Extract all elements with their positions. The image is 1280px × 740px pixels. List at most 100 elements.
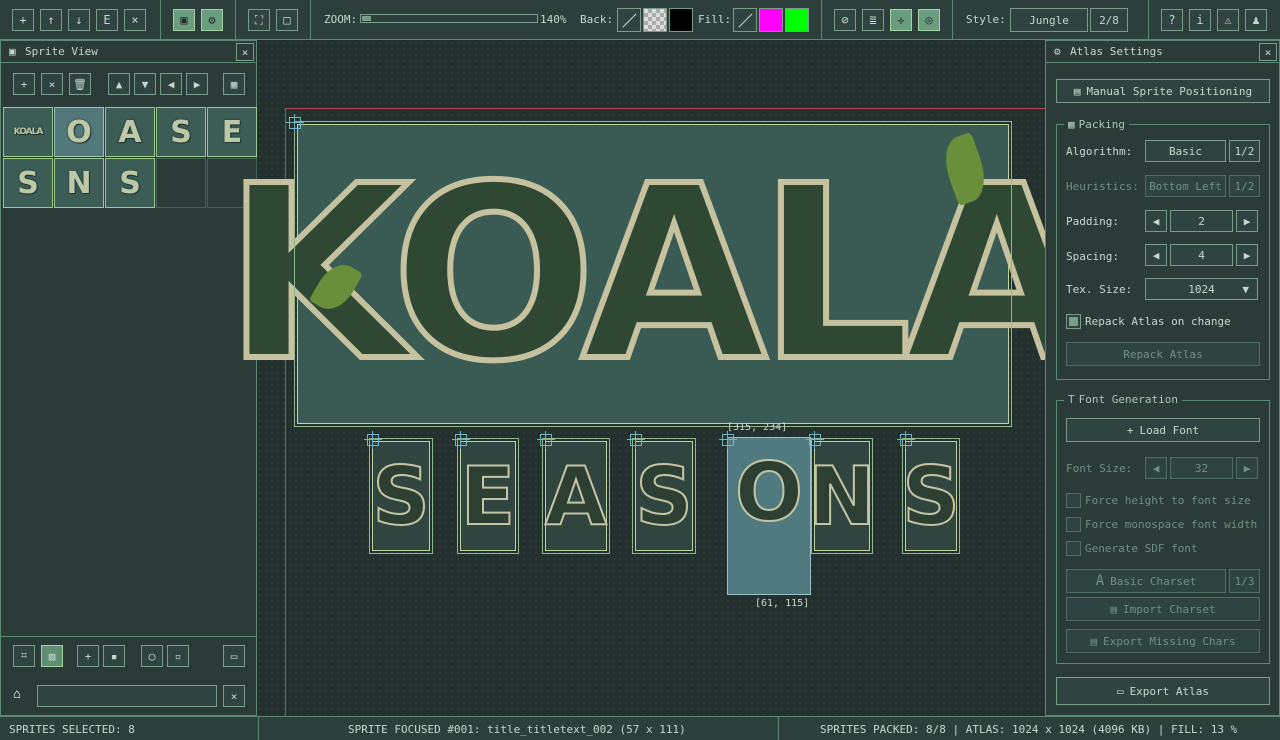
frame-icon[interactable]: ▪: [103, 645, 125, 667]
style-dropdown[interactable]: Jungle: [1010, 8, 1088, 32]
back-black-swatch[interactable]: [669, 8, 693, 32]
sprite-tile[interactable]: A: [105, 107, 155, 157]
atlas-settings-toggle-icon[interactable]: ⚙: [201, 9, 223, 31]
sprite-tile[interactable]: S: [3, 158, 53, 208]
sprite-tile-empty[interactable]: [156, 158, 206, 208]
clear-filter-icon[interactable]: ×: [223, 685, 245, 707]
force-height-label: Force height to font size: [1085, 494, 1251, 507]
basic-charset-button[interactable]: A Basic Charset: [1066, 569, 1226, 593]
heuristics-select[interactable]: Bottom Left: [1145, 175, 1226, 197]
move-right-icon[interactable]: ▶: [186, 73, 208, 95]
algorithm-select[interactable]: Basic: [1145, 140, 1226, 162]
close-project-icon[interactable]: ×: [124, 9, 146, 31]
pivot-marker: [627, 431, 645, 449]
back-none-swatch[interactable]: [617, 8, 641, 32]
move-down-icon[interactable]: ▼: [134, 73, 156, 95]
sprite-tile[interactable]: N: [54, 158, 104, 208]
bounds-icon[interactable]: ◎: [918, 9, 940, 31]
glyph-sprite[interactable]: N: [808, 438, 876, 554]
info-icon[interactable]: i: [1189, 9, 1211, 31]
tex-size-dropdown[interactable]: 1024 ▼: [1145, 278, 1258, 300]
glyph-sprite[interactable]: S: [901, 438, 961, 554]
koala-title-sprite[interactable]: KOALA: [221, 121, 1093, 427]
user-icon[interactable]: ♟: [1245, 9, 1267, 31]
crop-mode-icon[interactable]: ▨: [41, 645, 63, 667]
fill-green-swatch[interactable]: [785, 8, 809, 32]
spacing-increment-icon[interactable]: ▶: [1236, 244, 1258, 266]
remove-sprite-icon[interactable]: ×: [41, 73, 63, 95]
zoom-slider[interactable]: [360, 14, 538, 23]
font-size-value[interactable]: 32: [1170, 457, 1233, 479]
spacing-value[interactable]: 4: [1170, 244, 1233, 266]
glyph-sprite[interactable]: S: [632, 438, 696, 554]
trash-icon[interactable]: 🗑: [69, 73, 91, 95]
atlas-canvas[interactable]: KOALA SEASONS [315, 234] [61, 115]: [221, 40, 1093, 716]
export-atlas-button[interactable]: ▭ Export Atlas: [1056, 677, 1270, 705]
status-focused: SPRITE FOCUSED #001: title_titletext_002…: [348, 723, 686, 736]
padding-decrement-icon[interactable]: ◀: [1145, 210, 1167, 232]
origin-icon[interactable]: ✛: [890, 9, 912, 31]
sprite-filter-input[interactable]: [37, 685, 217, 707]
atlas-top-boundary: [285, 108, 1045, 109]
export-missing-chars-button[interactable]: ▤ Export Missing Chars: [1066, 629, 1260, 653]
export-project-icon[interactable]: E: [96, 9, 118, 31]
sprite-tile[interactable]: S: [156, 107, 206, 157]
atlas-settings-close-button[interactable]: ×: [1259, 43, 1277, 61]
algorithm-counter[interactable]: 1/2: [1229, 140, 1260, 162]
pivot-icon[interactable]: +: [77, 645, 99, 667]
square-icon[interactable]: ▫: [167, 645, 189, 667]
font-size-decrement-icon[interactable]: ◀: [1145, 457, 1167, 479]
crop-icon[interactable]: ⊘: [834, 9, 856, 31]
generate-sdf-checkbox[interactable]: [1066, 541, 1081, 556]
spacing-decrement-icon[interactable]: ◀: [1145, 244, 1167, 266]
font-size-increment-icon[interactable]: ▶: [1236, 457, 1258, 479]
heuristics-counter[interactable]: 1/2: [1229, 175, 1260, 197]
zoom-fit-icon[interactable]: ⛶: [248, 9, 270, 31]
padding-value[interactable]: 2: [1170, 210, 1233, 232]
sprite-tile[interactable]: O: [54, 107, 104, 157]
import-charset-button[interactable]: ▤ Import Charset: [1066, 597, 1260, 621]
back-checker-swatch[interactable]: [643, 8, 667, 32]
load-font-button[interactable]: + Load Font: [1066, 418, 1260, 442]
charset-counter[interactable]: 1/3: [1229, 569, 1260, 593]
new-project-icon[interactable]: +: [12, 9, 34, 31]
grid-view-icon[interactable]: ▦: [223, 73, 245, 95]
image-icon: ▣: [9, 45, 16, 58]
padding-increment-icon[interactable]: ▶: [1236, 210, 1258, 232]
warning-icon[interactable]: ⚠: [1217, 9, 1239, 31]
move-left-icon[interactable]: ◀: [160, 73, 182, 95]
back-label: Back:: [580, 13, 614, 26]
sprite-view-toggle-icon[interactable]: ▣: [173, 9, 195, 31]
sprite-tile[interactable]: KOALA: [3, 107, 53, 157]
circle-icon[interactable]: ◯: [141, 645, 163, 667]
help-icon[interactable]: ?: [1161, 9, 1183, 31]
force-monospace-checkbox[interactable]: [1066, 517, 1081, 532]
glyph-sprite[interactable]: A: [542, 438, 610, 554]
manual-sprite-positioning-button[interactable]: ▤ Manual Sprite Positioning: [1056, 79, 1270, 103]
fill-magenta-swatch[interactable]: [759, 8, 783, 32]
move-up-icon[interactable]: ▲: [108, 73, 130, 95]
style-counter[interactable]: 2/8: [1090, 8, 1128, 32]
clipboard-icon[interactable]: ≣: [862, 9, 884, 31]
sprite-tile[interactable]: S: [105, 158, 155, 208]
pivot-marker: [806, 431, 824, 449]
file-icon: +: [1126, 423, 1134, 437]
load-project-icon[interactable]: ↑: [40, 9, 62, 31]
folder-icon[interactable]: ▭: [223, 645, 245, 667]
fill-none-swatch[interactable]: [733, 8, 757, 32]
document-icon: ▤: [1090, 634, 1098, 648]
repack-atlas-button[interactable]: Repack Atlas: [1066, 342, 1260, 366]
spacing-label: Spacing:: [1066, 250, 1119, 263]
repack-on-change-checkbox[interactable]: [1066, 314, 1081, 329]
add-sprite-icon[interactable]: +: [13, 73, 35, 95]
glyph-sprite-focused[interactable]: O: [727, 437, 811, 595]
focus-size-coord: [61, 115]: [755, 598, 810, 609]
save-project-icon[interactable]: ↓: [68, 9, 90, 31]
heuristics-label: Heuristics:: [1066, 180, 1139, 193]
glyph-sprite[interactable]: S: [369, 438, 433, 554]
force-height-checkbox[interactable]: [1066, 493, 1081, 508]
glyph-sprite[interactable]: E: [457, 438, 519, 554]
sprite-view-close-button[interactable]: ×: [236, 43, 254, 61]
zoom-reset-icon[interactable]: □: [276, 9, 298, 31]
select-all-icon[interactable]: ⌗: [13, 645, 35, 667]
